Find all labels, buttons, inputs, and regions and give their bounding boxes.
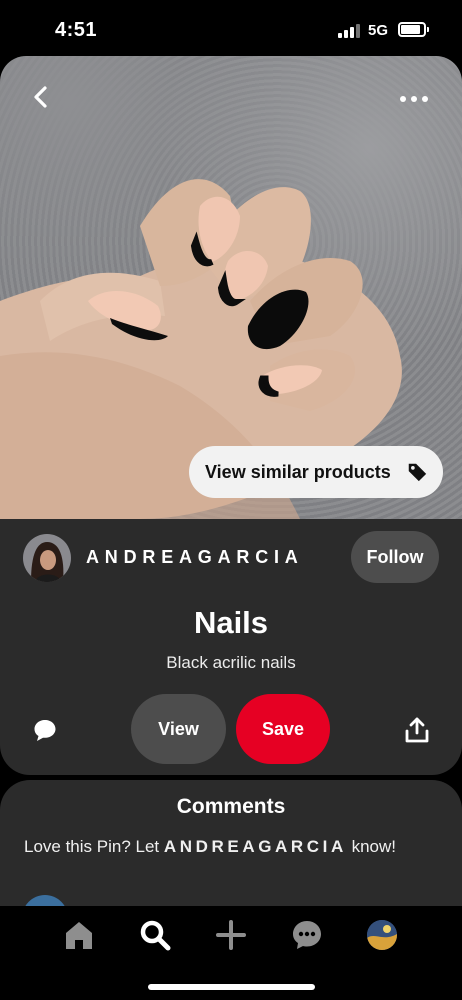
back-chevron-icon[interactable] bbox=[26, 82, 56, 112]
pin-detail-card: ANDREAGARCIA Follow Nails Black acrilic … bbox=[0, 519, 462, 775]
follow-button[interactable]: Follow bbox=[351, 531, 439, 583]
more-options-icon[interactable] bbox=[400, 94, 428, 104]
pin-title: Nails bbox=[193, 605, 269, 640]
home-icon[interactable] bbox=[62, 918, 96, 952]
comments-prompt-creator[interactable]: ANDREAGARCIA bbox=[164, 837, 347, 856]
messages-icon[interactable] bbox=[290, 918, 324, 952]
network-type: 5G bbox=[368, 22, 389, 39]
profile-avatar[interactable] bbox=[367, 920, 397, 950]
save-button[interactable]: Save bbox=[236, 694, 330, 764]
comments-prompt: Love this Pin? Let ANDREAGARCIA know! bbox=[24, 835, 444, 858]
pin-description: Black acrilic nails bbox=[166, 653, 296, 672]
status-time: 4:51 bbox=[55, 19, 98, 41]
signal-icon bbox=[338, 24, 360, 38]
tag-icon bbox=[408, 463, 427, 482]
comment-icon[interactable] bbox=[33, 718, 57, 742]
comments-prompt-end: know! bbox=[346, 837, 396, 856]
plus-icon[interactable] bbox=[214, 918, 248, 952]
comments-title: Comments bbox=[176, 795, 286, 818]
view-button[interactable]: View bbox=[131, 694, 226, 764]
home-indicator bbox=[148, 984, 315, 990]
similar-products-label: View similar products bbox=[205, 461, 391, 482]
comments-prompt-text: Love this Pin? Let bbox=[24, 837, 164, 856]
creator-name[interactable]: ANDREAGARCIA bbox=[86, 547, 304, 568]
bottom-nav bbox=[0, 906, 462, 1000]
creator-avatar[interactable] bbox=[23, 534, 71, 582]
share-icon[interactable] bbox=[405, 717, 429, 743]
status-bar: 4:51 5G bbox=[0, 0, 462, 58]
search-icon[interactable] bbox=[138, 918, 172, 952]
pin-image[interactable]: View similar products bbox=[0, 56, 462, 519]
commenter-avatar[interactable] bbox=[22, 895, 68, 906]
battery-icon bbox=[398, 22, 429, 37]
view-similar-products-button[interactable]: View similar products bbox=[189, 446, 443, 498]
comments-section: Comments Love this Pin? Let ANDREAGARCIA… bbox=[0, 780, 462, 906]
